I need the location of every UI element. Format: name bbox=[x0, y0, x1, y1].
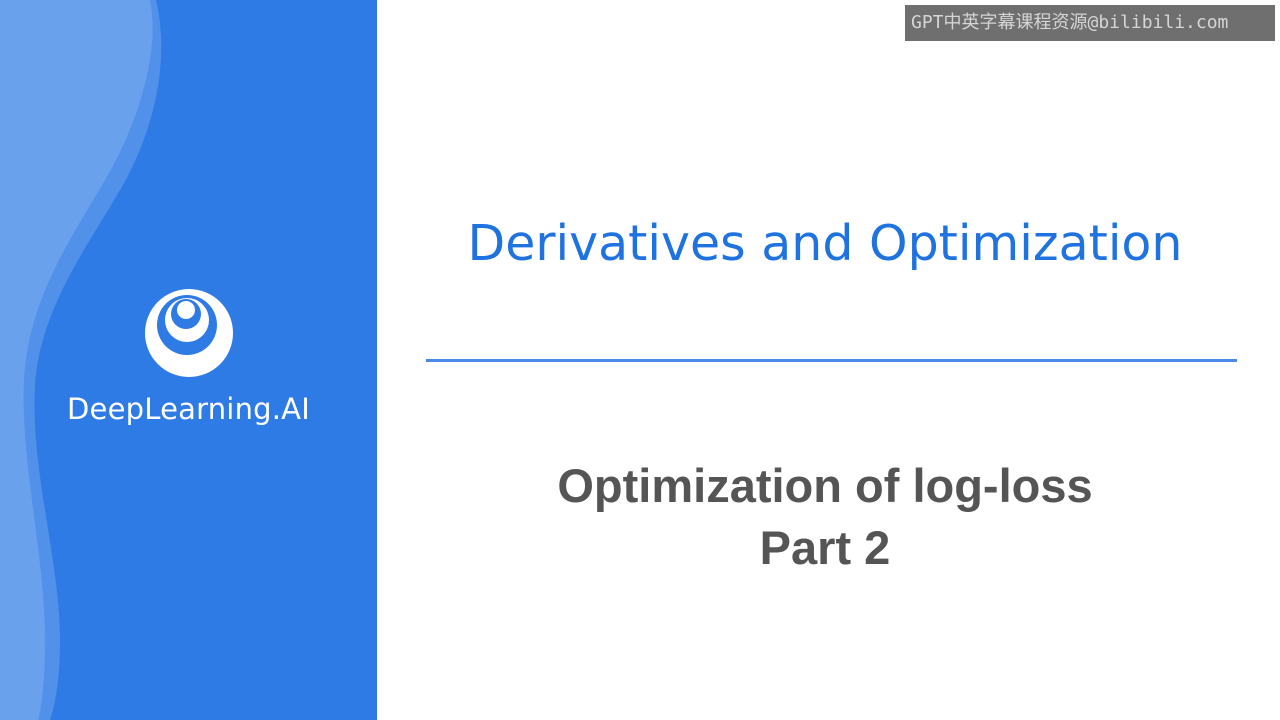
brand-name: DeepLearning.AI bbox=[67, 392, 310, 426]
slide: DeepLearning.AI GPT中英字幕课程资源@bilibili.com… bbox=[0, 0, 1280, 720]
slide-subtitle: Optimization of log-loss Part 2 bbox=[422, 455, 1228, 579]
subtitle-line-1: Optimization of log-loss bbox=[557, 459, 1093, 512]
subtitle-line-2: Part 2 bbox=[759, 521, 891, 574]
brand-logo: DeepLearning.AI bbox=[0, 288, 377, 426]
concentric-circles-logo-icon bbox=[144, 289, 233, 377]
watermark: GPT中英字幕课程资源@bilibili.com bbox=[905, 5, 1275, 41]
brand-panel: DeepLearning.AI bbox=[0, 0, 377, 720]
title-divider bbox=[426, 359, 1237, 362]
slide-title: Derivatives and Optimization bbox=[467, 215, 1183, 272]
